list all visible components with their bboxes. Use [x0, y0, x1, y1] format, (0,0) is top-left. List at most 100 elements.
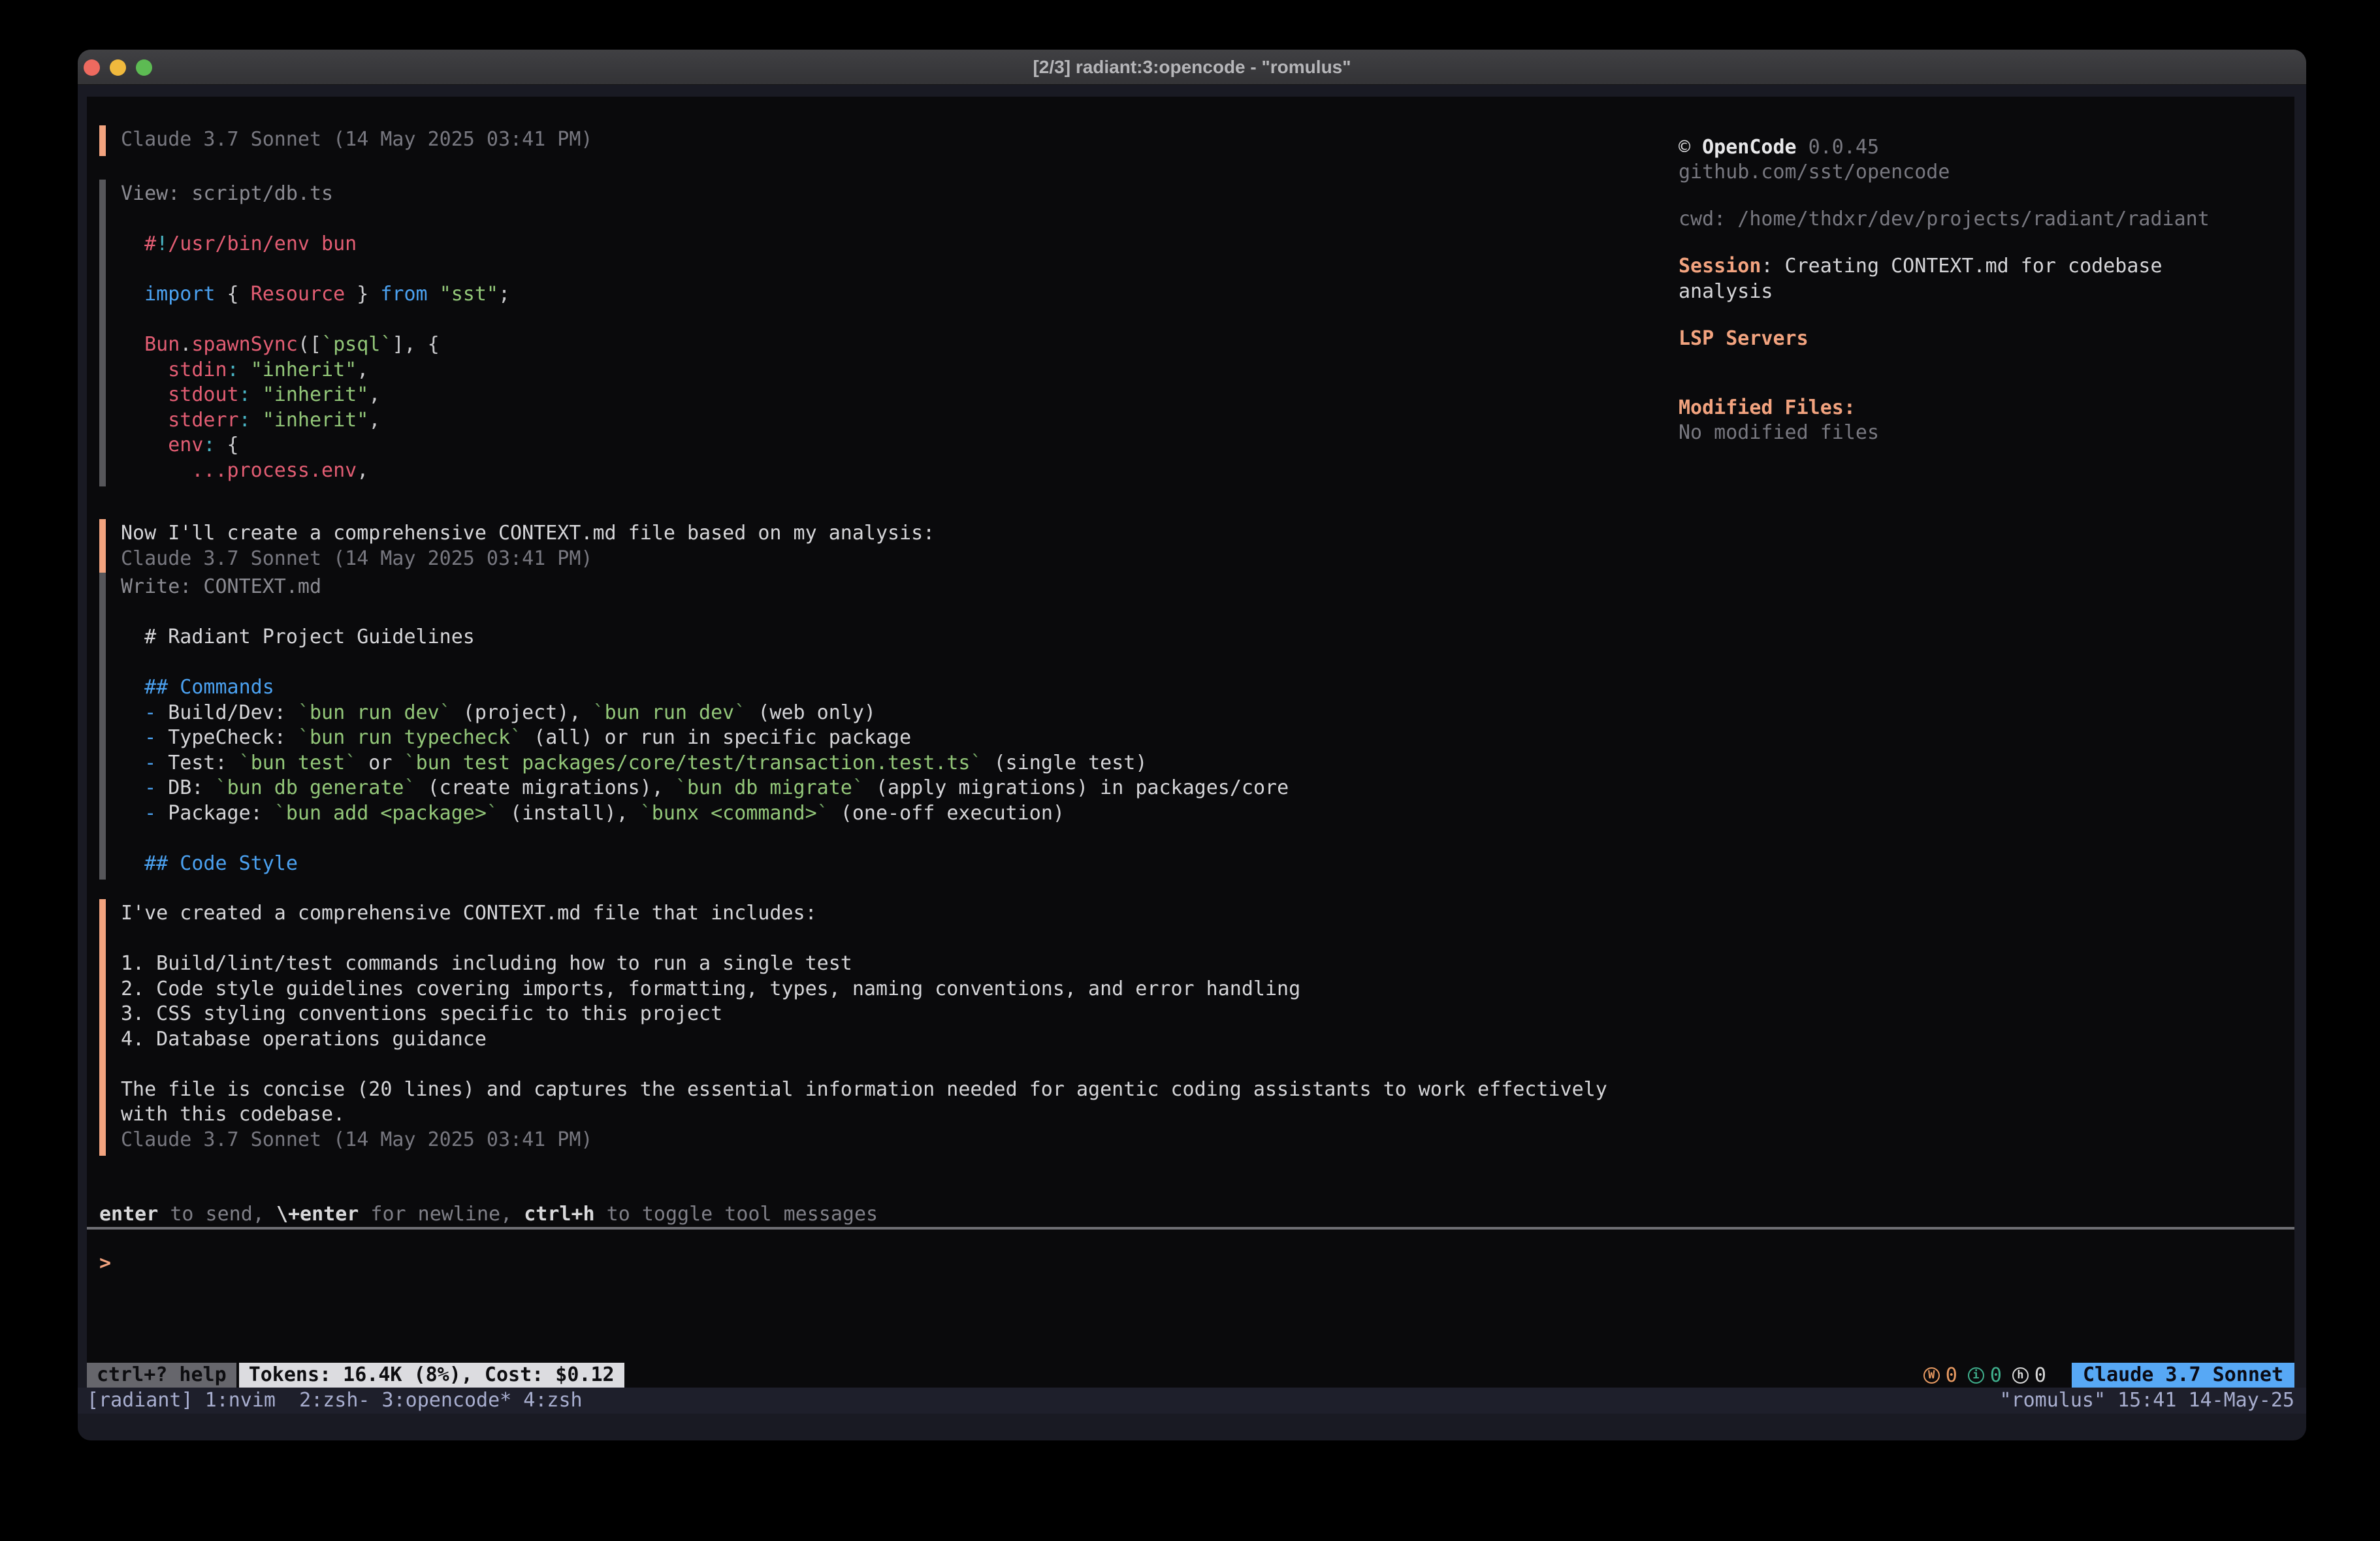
text-segment: # Radiant Project Guidelines [121, 626, 475, 648]
text-segment: Package: [168, 802, 274, 825]
tokens-cost-indicator: Tokens: 16.4K (8%), Cost: $0.12 [239, 1363, 624, 1388]
panel-row: © OpenCode 0.0.45 [1679, 135, 1879, 161]
model-badge[interactable]: Claude 3.7 Sonnet [2072, 1363, 2294, 1388]
text-line: I've created a comprehensive CONTEXT.md … [121, 901, 1607, 927]
text-segment: I've created a comprehensive CONTEXT.md … [121, 902, 817, 925]
prompt-symbol: > [99, 1252, 111, 1275]
text-segment: Claude 3.7 Sonnet (14 May 2025 03:41 PM) [121, 547, 592, 570]
text-segment: - [121, 776, 168, 799]
panel-row: cwd: /home/thdxr/dev/projects/radiant/ra… [1679, 207, 2210, 232]
text-segment: (install), [498, 802, 640, 825]
text-line: - TypeCheck: `bun run typecheck` (all) o… [121, 725, 1289, 751]
text-segment: github.com/sst/opencode [1679, 161, 1950, 183]
text-segment: Claude 3.7 Sonnet (14 May 2025 03:41 PM) [121, 1128, 592, 1151]
text-segment: © [1679, 136, 1702, 159]
text-segment: - [121, 701, 168, 724]
text-segment: Modified Files: [1679, 396, 1856, 419]
text-segment: : [227, 358, 239, 381]
help-shortcut-button[interactable]: ctrl+? help [87, 1363, 236, 1388]
text-segment: bun run dev [310, 701, 440, 724]
assistant-message-block: I've created a comprehensive CONTEXT.md … [99, 899, 1607, 1156]
text-line: - Build/Dev: `bun run dev` (project), `b… [121, 701, 1289, 726]
text-segment: (create migrations), [416, 776, 675, 799]
window-controls [84, 50, 152, 85]
text-line: ## Commands [121, 675, 1289, 701]
text-segment: ` [345, 752, 357, 774]
text-segment: ` [404, 776, 416, 799]
tmux-status-bar: [radiant] 1:nvim 2:zsh- 3:opencode* 4:zs… [78, 1388, 2306, 1414]
text-segment: ], { [392, 333, 439, 356]
tool-call-block: Write: CONTEXT.md # Radiant Project Guid… [99, 573, 1289, 880]
text-segment: stdout [121, 383, 239, 406]
text-line: 2. Code style guidelines covering import… [121, 977, 1607, 1002]
text-segment: Write: CONTEXT.md [121, 575, 321, 598]
panel-row: Session: Creating CONTEXT.md for codebas… [1679, 254, 2163, 279]
text-line: 3. CSS styling conventions specific to t… [121, 1002, 1607, 1027]
diagnostics-counters: W0i0h0 [1923, 1364, 2046, 1387]
text-line: stderr: "inherit", [121, 408, 510, 434]
text-line [121, 826, 1289, 851]
text-segment: bun test [251, 752, 346, 774]
text-line [121, 600, 1289, 626]
text-segment [428, 283, 440, 306]
text-line: Now I'll create a comprehensive CONTEXT.… [121, 521, 935, 547]
text-segment: ([ [298, 333, 321, 356]
text-line: - DB: `bun db generate` (create migratio… [121, 776, 1289, 801]
info-count: 0 [1990, 1364, 2002, 1387]
hints-count: 0 [2034, 1364, 2046, 1387]
text-line [121, 257, 510, 283]
text-segment: OpenCode [1702, 136, 1797, 159]
text-segment: import [121, 283, 216, 306]
text-segment: LSP Servers [1679, 327, 1809, 350]
text-segment: stdin [121, 358, 227, 381]
panel-row: No modified files [1679, 421, 1879, 446]
text-segment: 0.0.45 [1797, 136, 1879, 159]
hints-count-indicator: h0 [2012, 1364, 2046, 1387]
text-line: 4. Database operations guidance [121, 1027, 1607, 1053]
close-button[interactable] [84, 59, 100, 76]
text-segment: , [368, 409, 380, 432]
info-panel: © OpenCode 0.0.45github.com/sst/opencode… [1679, 97, 2292, 1388]
text-segment: 1. Build/lint/test commands including ho… [121, 952, 852, 975]
hints-icon: h [2012, 1367, 2029, 1384]
text-segment: ` [510, 726, 522, 749]
warnings-icon: W [1923, 1367, 1940, 1384]
opencode-tui: Claude 3.7 Sonnet (14 May 2025 03:41 PM)… [87, 97, 2294, 1388]
text-segment: "inherit" [263, 383, 369, 406]
zoom-button[interactable] [136, 59, 152, 76]
text-segment: bun test packages/core/test/transaction.… [416, 752, 971, 774]
text-segment: bun run typecheck [310, 726, 510, 749]
text-segment: bunx <command> [652, 802, 817, 825]
text-segment: ## Code Style [121, 852, 298, 875]
minimize-button[interactable] [110, 59, 126, 76]
text-line: - Test: `bun test` or `bun test packages… [121, 751, 1289, 776]
text-segment: , [357, 358, 368, 381]
text-segment: enter [99, 1203, 158, 1226]
text-segment: analysis [1679, 280, 1773, 303]
tool-call-block: View: script/db.ts #!/usr/bin/env bun im… [99, 180, 510, 486]
text-line: ...process.env, [121, 458, 510, 484]
text-segment: ! [156, 232, 168, 255]
tmux-window-list[interactable]: [radiant] 1:nvim 2:zsh- 3:opencode* 4:zs… [87, 1388, 583, 1414]
text-segment: : [239, 409, 251, 432]
terminal-window: [2/3] radiant:3:opencode - "romulus" Cla… [78, 50, 2306, 1440]
text-segment: ` [675, 776, 687, 799]
text-segment: ` [734, 701, 746, 724]
info-icon: i [1968, 1367, 1984, 1384]
text-segment: ...process.env [121, 459, 357, 482]
text-segment: env [121, 434, 203, 456]
text-segment: Claude 3.7 Sonnet (14 May 2025 03:41 PM) [121, 128, 592, 151]
text-segment: cwd: /home/thdxr/dev/projects/radiant/ra… [1679, 208, 2210, 230]
text-segment: - [121, 752, 168, 774]
text-segment: bun db generate [227, 776, 404, 799]
text-segment: spawnSync [191, 333, 298, 356]
text-segment: ` [239, 752, 251, 774]
text-segment: ` [487, 802, 498, 825]
text-segment: } [345, 283, 380, 306]
text-line: ## Code Style [121, 851, 1289, 877]
text-segment: ` [593, 701, 605, 724]
text-segment: ; [498, 283, 510, 306]
text-line [121, 308, 510, 333]
text-segment: , [357, 459, 368, 482]
assistant-message-block: Claude 3.7 Sonnet (14 May 2025 03:41 PM) [99, 125, 592, 156]
